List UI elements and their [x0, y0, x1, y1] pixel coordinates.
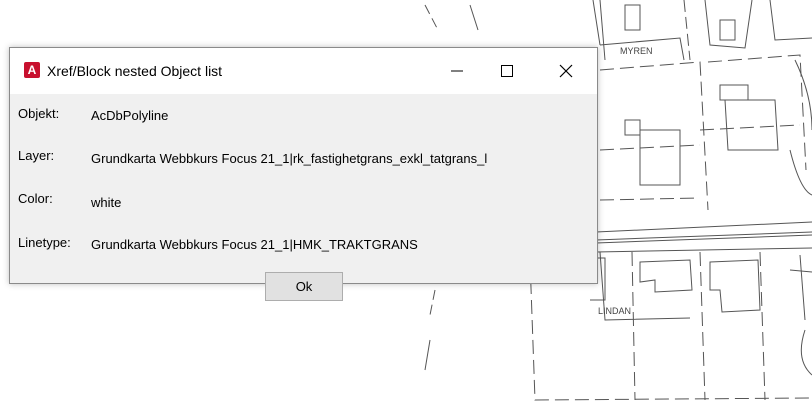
map-label-myren: MYREN — [620, 46, 653, 56]
minimize-icon — [451, 70, 463, 72]
map-label-lindan: LINDAN — [598, 306, 631, 316]
close-icon — [559, 64, 573, 78]
xref-object-list-dialog: A Xref/Block nested Object list Objekt: … — [9, 47, 598, 301]
maximize-icon — [501, 65, 513, 77]
close-button[interactable] — [543, 48, 589, 94]
minimize-button[interactable] — [434, 48, 480, 94]
color-label: Color: — [18, 191, 53, 206]
objekt-label: Objekt: — [18, 106, 60, 121]
objekt-value: AcDbPolyline — [91, 108, 169, 123]
linetype-value: Grundkarta Webbkurs Focus 21_1|HMK_TRAKT… — [91, 237, 418, 252]
layer-label: Layer: — [18, 148, 55, 163]
maximize-button[interactable] — [484, 48, 530, 94]
layer-value: Grundkarta Webbkurs Focus 21_1|rk_fastig… — [91, 151, 488, 166]
autocad-app-icon: A — [24, 62, 40, 78]
title-bar[interactable]: A Xref/Block nested Object list — [10, 48, 597, 94]
dialog-title: Xref/Block nested Object list — [47, 63, 223, 79]
color-value: white — [91, 195, 122, 210]
linetype-label: Linetype: — [18, 235, 71, 250]
ok-button[interactable]: Ok — [265, 272, 343, 301]
